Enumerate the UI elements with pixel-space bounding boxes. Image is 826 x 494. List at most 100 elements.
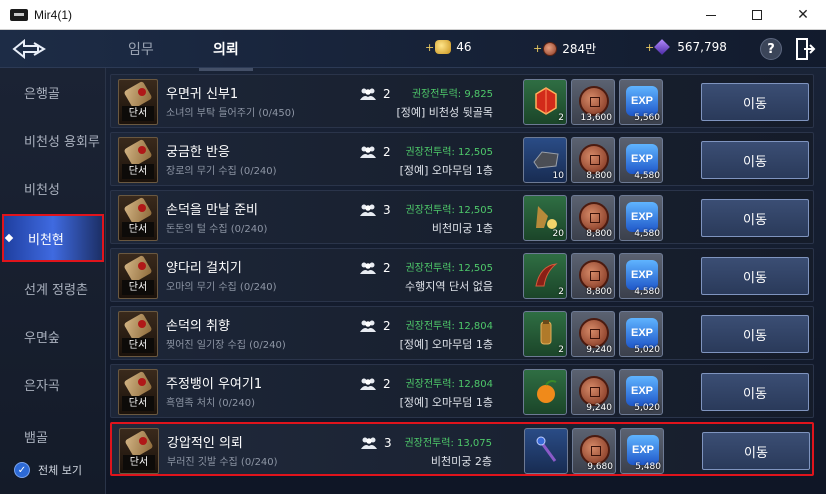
exit-button[interactable] [796,38,816,60]
reward-exp-amount: 4,580 [634,171,660,181]
move-button[interactable]: 이동 [701,83,809,121]
move-button[interactable]: 이동 [702,432,810,470]
reward-item[interactable]: 2 [523,79,567,125]
tab-request[interactable]: 의뢰 [199,39,253,71]
reward-copper[interactable]: 13,600 [571,79,615,125]
request-location: [정예] 오마무덤 1층 [399,164,493,177]
reward-exp[interactable]: EXP 5,560 [619,79,663,125]
sidebar-item-region-active[interactable]: 비천현 [2,214,104,262]
request-location: [정예] 비천성 뒷골목 [396,106,493,119]
clue-scroll-icon: 단서 [118,195,158,241]
reward-exp[interactable]: EXP 5,020 [619,311,663,357]
reward-exp-amount: 5,020 [634,345,660,355]
reward-item[interactable] [523,369,567,415]
reward-exp[interactable]: EXP 4,580 [619,137,663,183]
reward-item[interactable]: 10 [523,137,567,183]
reward-exp[interactable]: EXP 5,020 [619,369,663,415]
move-button[interactable]: 이동 [701,315,809,353]
reward-exp[interactable]: EXP 4,580 [619,195,663,241]
recommended-power: 권장전투력: 12,804 [405,321,493,332]
close-button[interactable]: ✕ [780,0,826,30]
tab-quest[interactable]: 임무 [128,39,154,59]
show-all-toggle[interactable]: ✓ 전체 보기 [14,462,82,478]
clue-badge: 단서 [122,164,154,179]
move-button[interactable]: 이동 [701,257,809,295]
request-objective: 장로의 무기 수집 (0/240) [166,166,277,177]
window-title: Mir4(1) [34,7,72,22]
close-icon: ✕ [797,7,809,23]
game-window: 임무 의뢰 + 46 + 284만 + 567,798 ? 은행골 비천성 용회… [0,30,826,494]
reward-exp[interactable]: EXP 5,480 [620,428,664,474]
sidebar-item-region[interactable]: 뱀골 [0,412,104,460]
request-location: [정예] 오마무덤 1층 [399,338,493,351]
sidebar-item-region[interactable]: 비천성 용회루 [0,116,104,164]
party-count: 2 [383,319,391,333]
request-row: 단서 궁금한 반응 장로의 무기 수집 (0/240) 2 권장전투력: 12,… [110,132,814,186]
reward-copper[interactable]: 8,800 [571,137,615,183]
move-button[interactable]: 이동 [701,199,809,237]
request-title: 손덕을 만날 준비 [166,203,258,218]
reward-item-qty: 2 [558,287,564,297]
request-objective: 흑염족 처치 (0/240) [166,398,255,409]
reward-exp[interactable]: EXP 4,580 [619,253,663,299]
help-button[interactable]: ? [760,38,782,60]
party-icon [360,204,376,216]
sidebar-item-region[interactable]: 은자곡 [0,360,104,408]
reward-copper[interactable]: 9,680 [572,428,616,474]
ore-icon [533,151,559,169]
reward-exp-amount: 4,580 [634,287,660,297]
reward-item-qty: 2 [558,345,564,355]
maximize-icon [752,10,762,20]
request-title: 손덕의 취향 [166,319,230,334]
gold-amount: 46 [456,40,472,54]
reward-item[interactable]: 20 [523,195,567,241]
sidebar-item-region[interactable]: 선계 정령촌 [0,264,104,312]
reward-item[interactable] [524,428,568,474]
party-size: 2 [359,87,391,101]
reward-copper-amount: 8,800 [586,229,612,239]
clue-badge: 단서 [122,106,154,121]
request-title: 궁금한 반응 [166,145,230,160]
back-button[interactable] [10,36,50,62]
potion-icon [536,206,557,229]
request-row: 단서 주정뱅이 우여기1 흑염족 처치 (0/240) 2 권장전투력: 12,… [110,364,814,418]
copper-coin-icon [579,86,609,116]
recommended-power: 권장전투력: 12,505 [405,263,493,274]
minimize-button[interactable] [688,0,734,30]
scroll-seal [138,320,146,328]
reward-item-qty: 10 [552,171,564,181]
reward-copper[interactable]: 8,800 [571,253,615,299]
reward-item[interactable]: 2 [523,253,567,299]
party-count: 3 [383,203,391,217]
sidebar-item-region[interactable]: 우면숲 [0,312,104,360]
scroll-roll [123,138,153,168]
request-row: 단서 우면귀 신부1 소녀의 부탁 들어주기 (0/450) 2 권장전투력: … [110,74,814,128]
move-button[interactable]: 이동 [701,141,809,179]
scroll-seal [138,204,146,212]
reward-copper[interactable]: 9,240 [571,311,615,357]
reward-copper-amount: 13,600 [580,113,613,123]
party-icon [361,437,377,449]
reward-copper[interactable]: 9,240 [571,369,615,415]
reward-item[interactable]: 2 [523,311,567,357]
party-count: 2 [383,377,391,391]
reward-copper[interactable]: 8,800 [571,195,615,241]
request-location: 비천미궁 1층 [431,222,493,235]
request-location: 비천미궁 2층 [430,455,492,468]
request-title: 주정뱅이 우여기1 [166,377,263,392]
staff-icon [536,436,557,462]
clue-scroll-icon: 단서 [118,79,158,125]
scroll-seal [138,378,146,386]
scroll-roll [123,80,153,110]
sidebar-item-region[interactable]: 은행골 [0,68,104,116]
exit-icon [796,38,816,60]
sidebar-item-region[interactable]: 비천성 [0,164,104,212]
request-location: [정예] 오마무덤 1층 [399,396,493,409]
scroll-seal [138,88,146,96]
party-count: 2 [383,145,391,159]
move-button[interactable]: 이동 [701,373,809,411]
party-count: 2 [383,87,391,101]
recommended-power: 권장전투력: 9,825 [411,89,493,100]
maximize-button[interactable] [734,0,780,30]
party-size: 2 [359,377,391,391]
